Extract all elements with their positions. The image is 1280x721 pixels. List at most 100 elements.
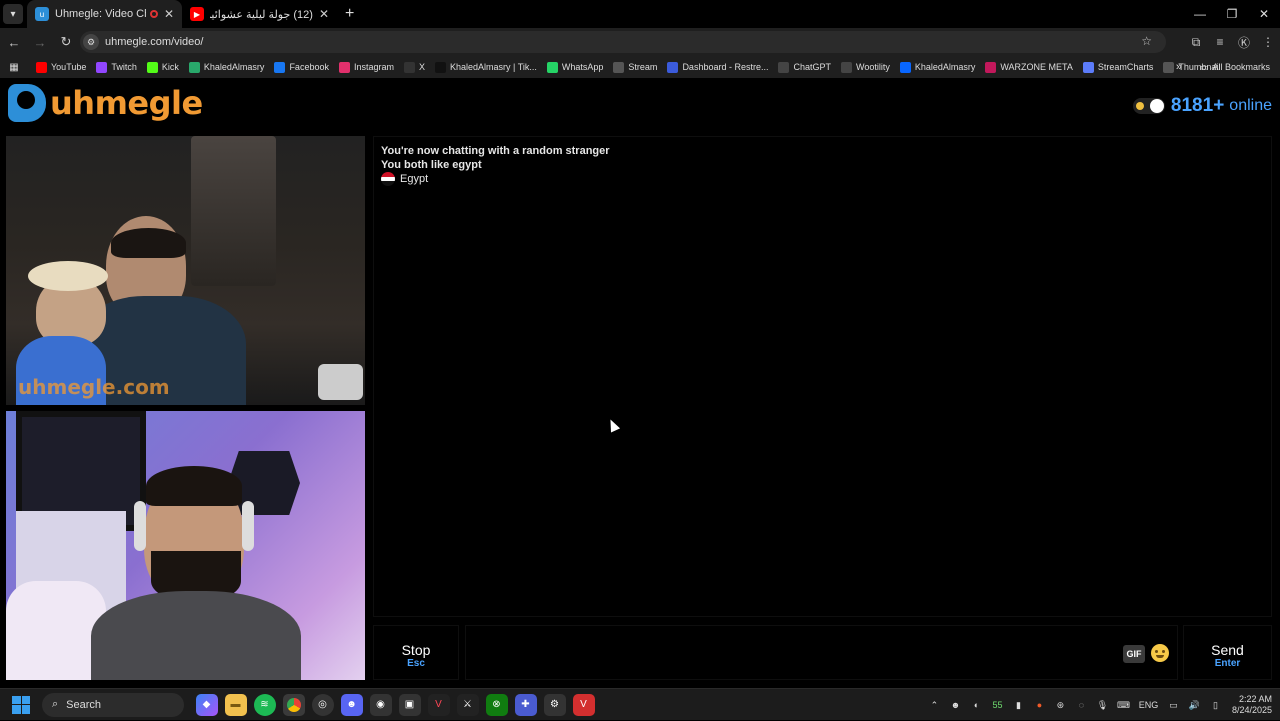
uhmegle-favicon-icon: u [35, 7, 49, 21]
tray-record-icon[interactable]: ● [1030, 700, 1048, 710]
system-tray: ⌃ ☻ ◐ 55 ▮ ● ⊛ ◌ 🎙 ⌨ ENG ▭ 🔊 ▯ 2:22 AM 8… [924, 689, 1272, 721]
tray-app-icon[interactable]: ◐ [967, 700, 985, 710]
discord-icon[interactable]: ☻ [340, 693, 363, 716]
copilot-icon[interactable]: ◆ [195, 693, 218, 716]
valorant-icon[interactable]: V [427, 693, 450, 716]
xbox-icon[interactable]: ⊗ [485, 693, 508, 716]
forward-icon[interactable]: → [28, 35, 52, 50]
vivaldi-icon[interactable]: V [572, 693, 595, 716]
clock-date: 8/24/2025 [1231, 705, 1272, 715]
bookmark-item[interactable]: Stream [613, 61, 657, 73]
profile-icon[interactable]: Ⓚ [1232, 34, 1256, 51]
uhmegle-logo[interactable]: uhmegle [8, 84, 203, 122]
extensions-icon[interactable]: ⧉ [1184, 35, 1208, 50]
menu-icon[interactable]: ⋮ [1256, 35, 1280, 49]
clock[interactable]: 2:22 AM 8/24/2025 [1232, 694, 1272, 716]
bookmark-item[interactable]: WhatsApp [546, 61, 603, 73]
bookmark-item[interactable]: KhaledAlmasry | Tik... [435, 61, 537, 73]
country-name: Egypt [400, 173, 429, 185]
tab-youtube[interactable]: ▶ (12) جولة ليلية عشوائية على أومـ ✕ [182, 0, 337, 28]
bookmark-item[interactable]: X [404, 61, 425, 73]
tab-title: (12) جولة ليلية عشوائية على أومـ [210, 8, 313, 21]
bookmark-label: YouTube [51, 62, 87, 72]
restore-icon[interactable]: ❐ [1216, 0, 1248, 28]
tab-search-icon[interactable]: ▾ [3, 4, 23, 24]
more-bookmarks-icon[interactable]: » [1176, 61, 1182, 73]
battery-icon[interactable]: ▯ [1206, 700, 1224, 711]
bookmark-favicon-icon [778, 61, 790, 73]
gif-button[interactable]: GIF [1123, 645, 1145, 663]
apps-grid-icon[interactable]: ▦ [2, 62, 26, 73]
theme-toggle[interactable] [1132, 98, 1165, 114]
bookmark-item[interactable]: Twitch [96, 61, 137, 73]
bookmark-item[interactable]: ChatGPT [778, 61, 831, 73]
start-icon[interactable] [12, 695, 30, 714]
tray-overflow-icon[interactable]: ⌃ [925, 700, 943, 711]
bookmark-item[interactable]: Facebook [274, 61, 329, 73]
close-tab-icon[interactable]: ✕ [319, 7, 329, 21]
message-input[interactable]: GIF [465, 625, 1178, 680]
capture-icon[interactable]: ▣ [398, 693, 421, 716]
emoji-icon[interactable] [1151, 644, 1169, 662]
send-key-hint: Enter [1214, 658, 1241, 669]
bookmark-item[interactable]: KhaledAlmasry [899, 61, 975, 73]
bookmark-item[interactable]: Dashboard - Restre... [667, 61, 769, 73]
stop-label: Stop [401, 642, 431, 658]
microphone-icon[interactable]: 🎙 [1093, 700, 1111, 711]
obs-icon[interactable]: ◎ [311, 693, 334, 716]
minimize-icon[interactable]: — [1184, 0, 1216, 28]
bookmark-label: ChatGPT [793, 62, 831, 72]
chrome-icon[interactable] [282, 693, 305, 716]
online-indicator: 8181+ online [1132, 95, 1272, 117]
close-tab-icon[interactable]: ✕ [164, 7, 174, 21]
keyboard-icon[interactable]: ⌨ [1114, 700, 1132, 711]
stop-button[interactable]: Stop Esc [373, 625, 459, 680]
tray-discord-icon[interactable]: ☻ [946, 700, 964, 710]
bookmark-item[interactable]: WARZONE META [985, 61, 1073, 73]
site-info-icon[interactable]: ⚙ [83, 34, 99, 50]
back-icon[interactable]: ← [2, 35, 26, 50]
steam-icon[interactable]: ⚙ [543, 693, 566, 716]
app-icon[interactable]: ◉ [369, 693, 392, 716]
spotify-icon[interactable]: ≋ [253, 693, 276, 716]
tray-temp[interactable]: 55 [988, 700, 1006, 710]
bookmark-label: WARZONE META [1000, 62, 1073, 72]
recording-icon [149, 10, 158, 18]
youtube-favicon-icon: ▶ [190, 7, 204, 21]
cod-icon[interactable]: ⚔ [456, 693, 479, 716]
bookmark-favicon-icon [899, 61, 911, 73]
file-explorer-icon[interactable]: ▬ [224, 693, 247, 716]
bookmark-favicon-icon [435, 61, 447, 73]
taskbar-search[interactable]: ⌕ Search [42, 692, 184, 717]
bookmark-item[interactable]: StreamCharts [1082, 61, 1153, 73]
tab-uhmegle[interactable]: u Uhmegle: Video Chat | Ome ✕ [27, 0, 182, 28]
bookmark-favicon-icon [667, 61, 679, 73]
bookmark-favicon-icon [146, 61, 158, 73]
volume-icon[interactable]: 🔊 [1185, 700, 1203, 711]
media-controls-icon[interactable]: ≡ [1208, 35, 1232, 49]
controller-icon[interactable]: ✚ [514, 693, 537, 716]
bookmark-item[interactable]: Instagram [338, 61, 394, 73]
windows-taskbar: ⌕ Search ◆ ▬ ≋ ◎ ☻ ◉ ▣ V ⚔ ⊗ ✚ ⚙ V ⌃ ☻ ◐… [0, 688, 1280, 720]
bookmark-item[interactable]: Wootility [841, 61, 890, 73]
stranger-video: uhmegle.com [6, 136, 365, 405]
bookmark-star-icon[interactable]: ☆ [1141, 34, 1152, 48]
display-icon[interactable]: ▭ [1164, 700, 1182, 711]
bookmark-item[interactable]: KhaledAlmasry [188, 61, 264, 73]
tray-network-icon[interactable]: ◌ [1072, 700, 1090, 710]
address-bar[interactable]: ⚙ uhmegle.com/video/ ☆ [80, 31, 1166, 53]
bookmark-item[interactable]: YouTube [36, 61, 87, 73]
browser-toolbar: ← → ↻ ⚙ uhmegle.com/video/ ☆ ⧉ ≡ Ⓚ ⋮ [0, 28, 1280, 56]
new-tab-button[interactable]: + [345, 5, 354, 23]
tray-game-icon[interactable]: ⊛ [1051, 700, 1069, 711]
bookmark-favicon-icon [338, 61, 350, 73]
reload-icon[interactable]: ↻ [54, 34, 78, 50]
close-window-icon[interactable]: ✕ [1248, 0, 1280, 28]
all-bookmarks-button[interactable]: ▭ All Bookmarks [1200, 56, 1270, 78]
tray-meter-icon[interactable]: ▮ [1009, 700, 1027, 711]
bookmark-label: Dashboard - Restre... [682, 62, 769, 72]
bookmark-item[interactable]: Kick [146, 61, 179, 73]
online-label: online [1229, 97, 1272, 114]
send-button[interactable]: Send Enter [1183, 625, 1272, 680]
language-indicator[interactable]: ENG [1135, 700, 1161, 710]
